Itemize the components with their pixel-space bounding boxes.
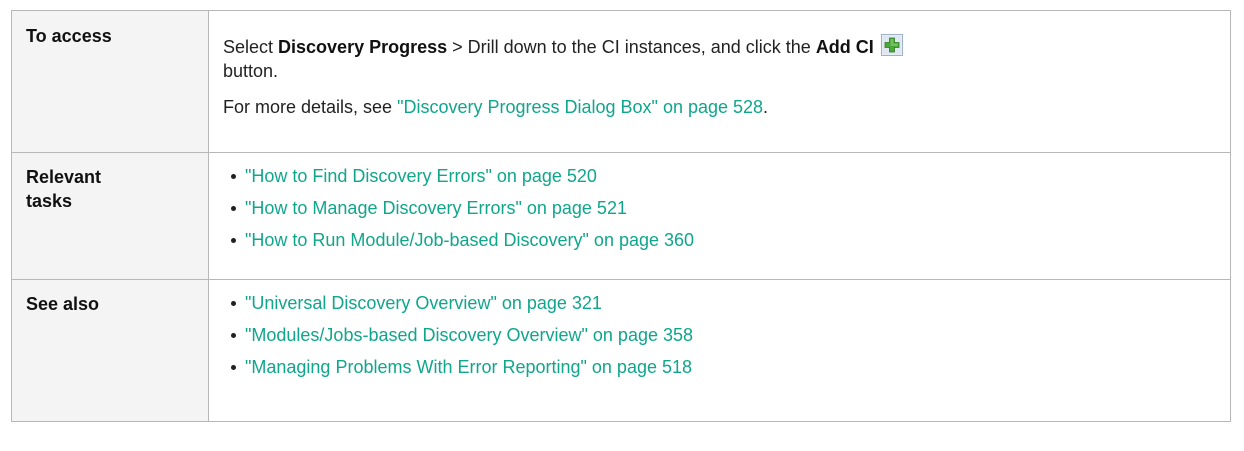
see-also-list: "Universal Discovery Overview" on page 3… bbox=[209, 280, 1230, 388]
list-item: "Managing Problems With Error Reporting"… bbox=[231, 355, 1216, 379]
see-also-link-universal-discovery[interactable]: "Universal Discovery Overview" on page 3… bbox=[245, 293, 602, 313]
list-item: "How to Manage Discovery Errors" on page… bbox=[231, 196, 1216, 220]
relevant-tasks-list: "How to Find Discovery Errors" on page 5… bbox=[209, 153, 1230, 261]
row-to-access: To access Select Discovery Progress > Dr… bbox=[11, 10, 1231, 153]
row-see-also: See also "Universal Discovery Overview" … bbox=[11, 279, 1231, 422]
row-label-see-also: See also bbox=[26, 294, 100, 314]
row-label-relevant-tasks: Relevant tasks bbox=[26, 167, 102, 211]
list-item: "Universal Discovery Overview" on page 3… bbox=[231, 291, 1216, 315]
content-cell: "Universal Discovery Overview" on page 3… bbox=[208, 279, 1231, 422]
see-also-link-managing-problems[interactable]: "Managing Problems With Error Reporting"… bbox=[245, 357, 692, 377]
access-more-details: For more details, see "Discovery Progres… bbox=[223, 97, 769, 117]
task-link-manage-discovery-errors[interactable]: "How to Manage Discovery Errors" on page… bbox=[245, 198, 627, 218]
discovery-progress-term: Discovery Progress bbox=[278, 37, 448, 57]
task-link-find-discovery-errors[interactable]: "How to Find Discovery Errors" on page 5… bbox=[245, 166, 597, 186]
add-ci-plus-icon bbox=[880, 34, 903, 56]
list-item: "How to Find Discovery Errors" on page 5… bbox=[231, 164, 1216, 188]
access-instructions: Select Discovery Progress > Drill down t… bbox=[223, 34, 1216, 83]
row-label-to-access: To access bbox=[26, 26, 112, 46]
info-table: To access Select Discovery Progress > Dr… bbox=[11, 10, 1231, 422]
label-cell: To access bbox=[11, 10, 209, 153]
add-ci-term: Add CI bbox=[815, 37, 874, 57]
see-also-link-modules-jobs-discovery[interactable]: "Modules/Jobs-based Discovery Overview" … bbox=[245, 325, 693, 345]
list-item: "How to Run Module/Job-based Discovery" … bbox=[231, 228, 1216, 252]
content-cell: "How to Find Discovery Errors" on page 5… bbox=[208, 152, 1231, 280]
label-cell: See also bbox=[11, 279, 209, 422]
task-link-run-module-job-discovery[interactable]: "How to Run Module/Job-based Discovery" … bbox=[245, 230, 694, 250]
discovery-progress-dialog-link[interactable]: "Discovery Progress Dialog Box" on page … bbox=[397, 97, 763, 117]
content-cell: Select Discovery Progress > Drill down t… bbox=[208, 10, 1231, 153]
label-cell: Relevant tasks bbox=[11, 152, 209, 280]
list-item: "Modules/Jobs-based Discovery Overview" … bbox=[231, 323, 1216, 347]
row-relevant-tasks: Relevant tasks "How to Find Discovery Er… bbox=[11, 152, 1231, 280]
